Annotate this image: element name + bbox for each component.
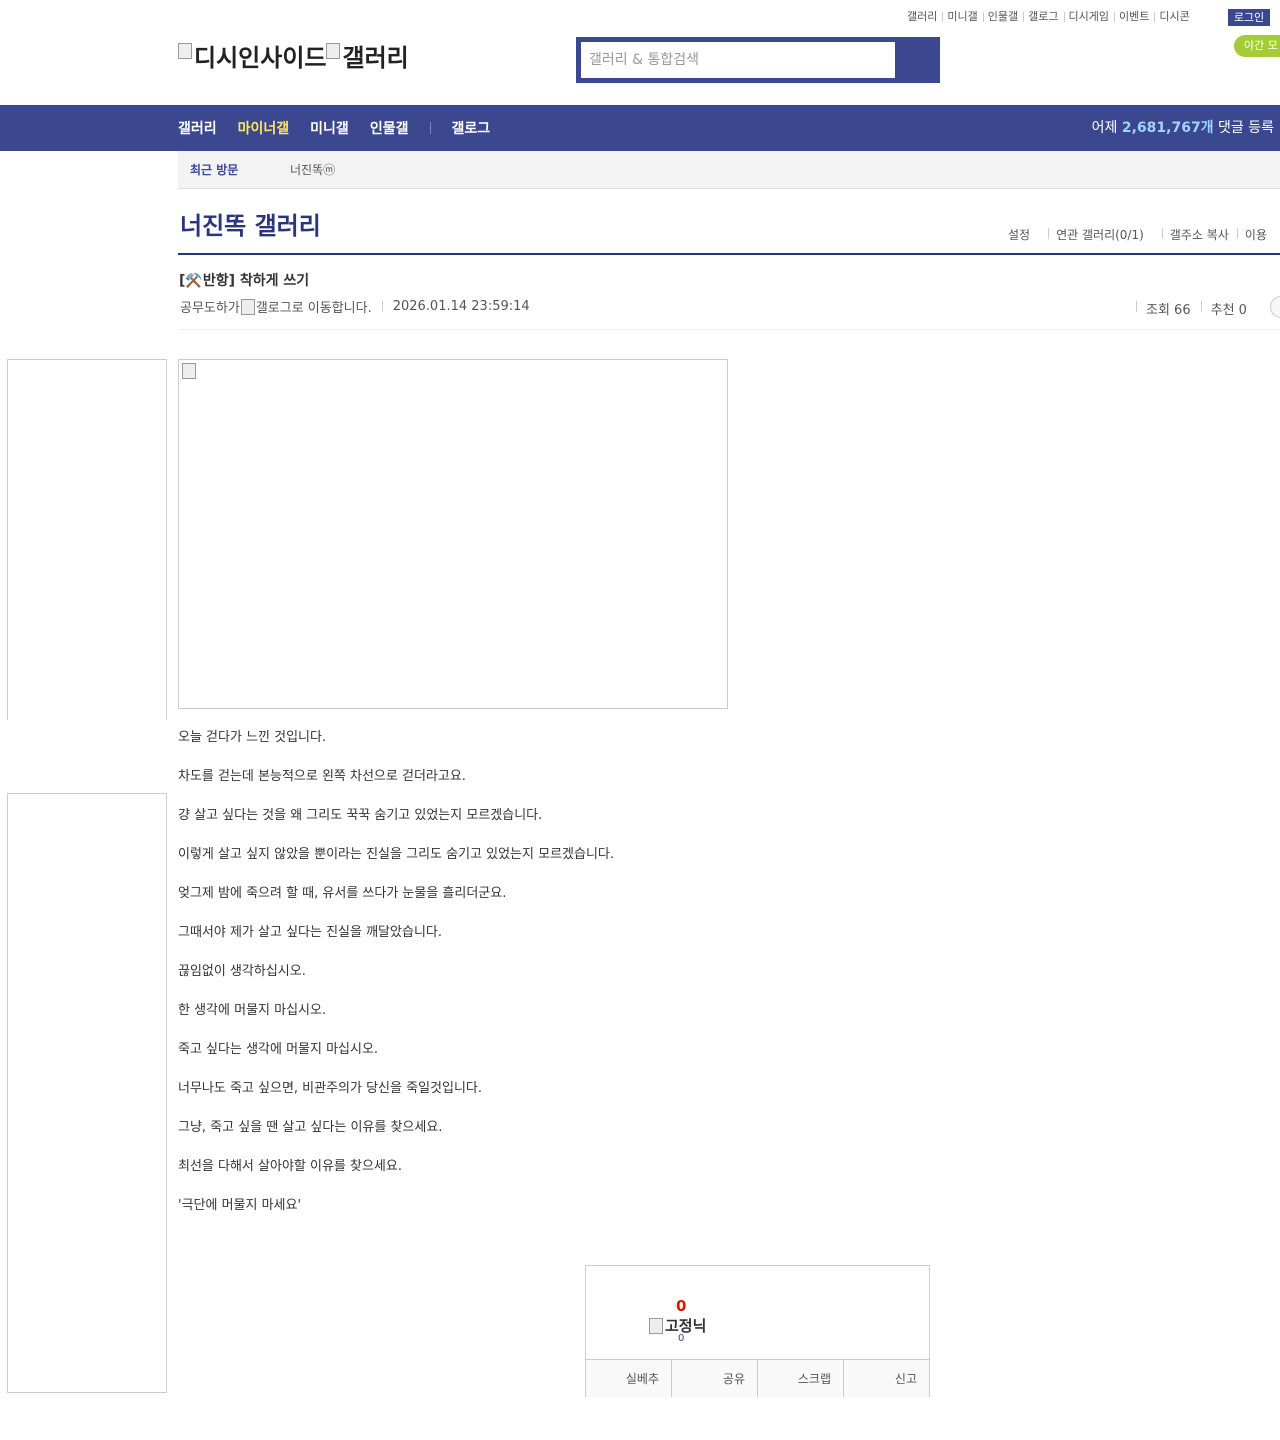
side-ad-top[interactable] xyxy=(7,359,167,720)
gallery-options: 설정 연관 갤러리(0/1) 갤주소 복사 이용 xyxy=(1000,226,1275,243)
comment-stats: 어제 2,681,767개 댓글 등록 xyxy=(1092,105,1274,151)
content-line: 차도를 걷는데 본능적으로 왼쪽 차선으로 걷더라고요. xyxy=(178,769,466,784)
recent-visit-item[interactable]: 너진똑ⓜ xyxy=(290,151,335,189)
post-meta: 공무도하가 갤로그로 이동합니다. 2026.01.14 23:59:14 xyxy=(180,297,530,316)
stat-prefix: 어제 xyxy=(1091,120,1122,136)
stat-number: 2,681,767개 xyxy=(1121,120,1214,136)
post-stats: 조회 66 추천 0 xyxy=(1136,296,1280,318)
gallog-icon[interactable] xyxy=(240,298,255,315)
content-line: 너무나도 죽고 싶으면, 비관주의가 당신을 죽일것입니다. xyxy=(178,1081,483,1096)
gallery-option-settings[interactable]: 설정 xyxy=(1000,226,1038,243)
comment-count-button[interactable] xyxy=(1270,296,1280,318)
side-ad-bottom[interactable] xyxy=(7,793,167,1393)
site-logo[interactable]: 디시인사이드 갤러리 xyxy=(178,38,409,73)
post-content: 오늘 걷다가 느낀 것입니다. 차도를 걷는데 본능적으로 왼쪽 차선으로 걷더… xyxy=(178,729,878,1236)
login-button[interactable]: 로그인 xyxy=(1228,9,1270,26)
search-button[interactable] xyxy=(898,42,936,78)
post-date: 2026.01.14 23:59:14 xyxy=(392,299,530,314)
top-link-gallery[interactable]: 갤러리 xyxy=(902,10,942,24)
top-link-dccon[interactable]: 디시콘 xyxy=(1154,10,1194,24)
main-nav-bar: 갤러리 마이너갤 미니갤 인물갤 갤로그 어제 2,681,767개 댓글 등록 xyxy=(0,105,1280,151)
gallery-option-usage[interactable]: 이용 xyxy=(1236,226,1275,243)
report-button[interactable]: 신고 xyxy=(843,1360,929,1397)
recommend-box: 0 고정닉 0 실베추 공유 스크랩 신고 xyxy=(585,1265,930,1397)
recommend-count: 0 xyxy=(676,1297,687,1315)
search-icon xyxy=(909,52,925,68)
meta-divider xyxy=(381,301,383,312)
top-links: 갤러리 미니갤 인물갤 갤로그 디시게임 이벤트 디시콘 xyxy=(902,10,1195,24)
broken-image-icon xyxy=(182,363,196,379)
broken-image-icon xyxy=(649,1317,663,1334)
night-mode-button[interactable]: 야간 모 xyxy=(1234,35,1280,57)
content-line: 한 생각에 머물지 마십시오. xyxy=(178,1003,327,1018)
search-input[interactable]: 갤러리 & 통합검색 xyxy=(581,42,895,78)
logo-text-gallery: 갤러리 xyxy=(342,44,409,72)
title-divider xyxy=(178,253,1280,255)
post-title: [⚒️반항] 착하게 쓰기 xyxy=(179,273,310,289)
stat-suffix: 댓글 등록 xyxy=(1213,120,1274,136)
post-views: 조회 66 xyxy=(1136,299,1201,318)
nav-divider xyxy=(430,122,432,134)
broken-image-icon xyxy=(326,42,341,59)
top-link-dcgame[interactable]: 디시게임 xyxy=(1063,10,1114,24)
gallery-option-copy-url[interactable]: 갤주소 복사 xyxy=(1161,226,1237,243)
nav-mini-gallery[interactable]: 미니갤 xyxy=(310,118,349,138)
content-line: 그냥, 죽고 싶을 땐 살고 싶다는 이유를 찾으세요. xyxy=(178,1120,443,1135)
recent-visit-bar: 최근 방문 너진똑ⓜ xyxy=(178,151,1280,189)
logo-text-dcinside: 디시인사이드 xyxy=(194,44,327,72)
best-recommend-button[interactable]: 실베추 xyxy=(586,1360,671,1397)
post-author[interactable]: 공무도하가 xyxy=(180,297,240,316)
search-box: 갤러리 & 통합검색 xyxy=(576,37,940,83)
content-line: '극단에 머물지 마세요' xyxy=(178,1198,302,1213)
content-line: 죽고 싶다는 생각에 머물지 마십시오. xyxy=(178,1042,379,1057)
top-link-persongall[interactable]: 인물갤 xyxy=(982,10,1023,24)
scrap-button[interactable]: 스크랩 xyxy=(757,1360,843,1397)
nav-person-gallery[interactable]: 인물갤 xyxy=(370,118,409,138)
content-line: 오늘 걷다가 느낀 것입니다. xyxy=(178,730,327,745)
nav-minor-gallery[interactable]: 마이너갤 xyxy=(238,118,290,138)
share-button[interactable]: 공유 xyxy=(671,1360,757,1397)
content-line: 걍 살고 싶다는 것을 왜 그리도 꾹꾹 숨기고 있었는지 모르겠습니다. xyxy=(178,808,543,823)
post-image[interactable] xyxy=(178,359,728,709)
recommend-actions: 실베추 공유 스크랩 신고 xyxy=(586,1359,929,1397)
fixed-nick-count: 0 xyxy=(678,1333,685,1344)
broken-image-icon xyxy=(178,42,192,59)
nav-gallery[interactable]: 갤러리 xyxy=(178,118,217,138)
gallery-title[interactable]: 너진똑 갤러리 xyxy=(180,206,321,241)
content-line: 최선을 다해서 살아야할 이유를 찾으세요. xyxy=(178,1159,402,1174)
meta-divider-line xyxy=(178,329,1280,330)
main-nav-menu: 갤러리 마이너갤 미니갤 인물갤 갤로그 xyxy=(178,105,511,151)
top-link-gallog[interactable]: 갤로그 xyxy=(1023,10,1063,24)
top-link-minigall[interactable]: 미니갤 xyxy=(942,10,982,24)
content-line: 엊그제 밤에 죽으려 할 때, 유서를 쓰다가 눈물을 흘리더군요. xyxy=(178,886,507,901)
content-line: 그때서야 제가 살고 싶다는 진실을 깨달았습니다. xyxy=(178,925,442,940)
post-recommend: 추천 0 xyxy=(1200,299,1257,318)
content-line: 이렇게 살고 싶지 않았을 뿐이라는 진실을 그리도 숨기고 있었는지 모르겠습… xyxy=(178,847,615,862)
nav-gallog[interactable]: 갤로그 xyxy=(451,118,490,138)
gallery-option-related[interactable]: 연관 갤러리(0/1) xyxy=(1048,226,1152,243)
top-link-event[interactable]: 이벤트 xyxy=(1113,10,1154,24)
fixed-nick-label: 고정닉 xyxy=(665,1317,707,1335)
recent-visit-label[interactable]: 최근 방문 xyxy=(190,151,238,189)
content-line: 끊임없이 생각하십시오. xyxy=(178,964,306,979)
gallog-link-alt[interactable]: 갤로그로 이동합니다. xyxy=(256,297,372,316)
